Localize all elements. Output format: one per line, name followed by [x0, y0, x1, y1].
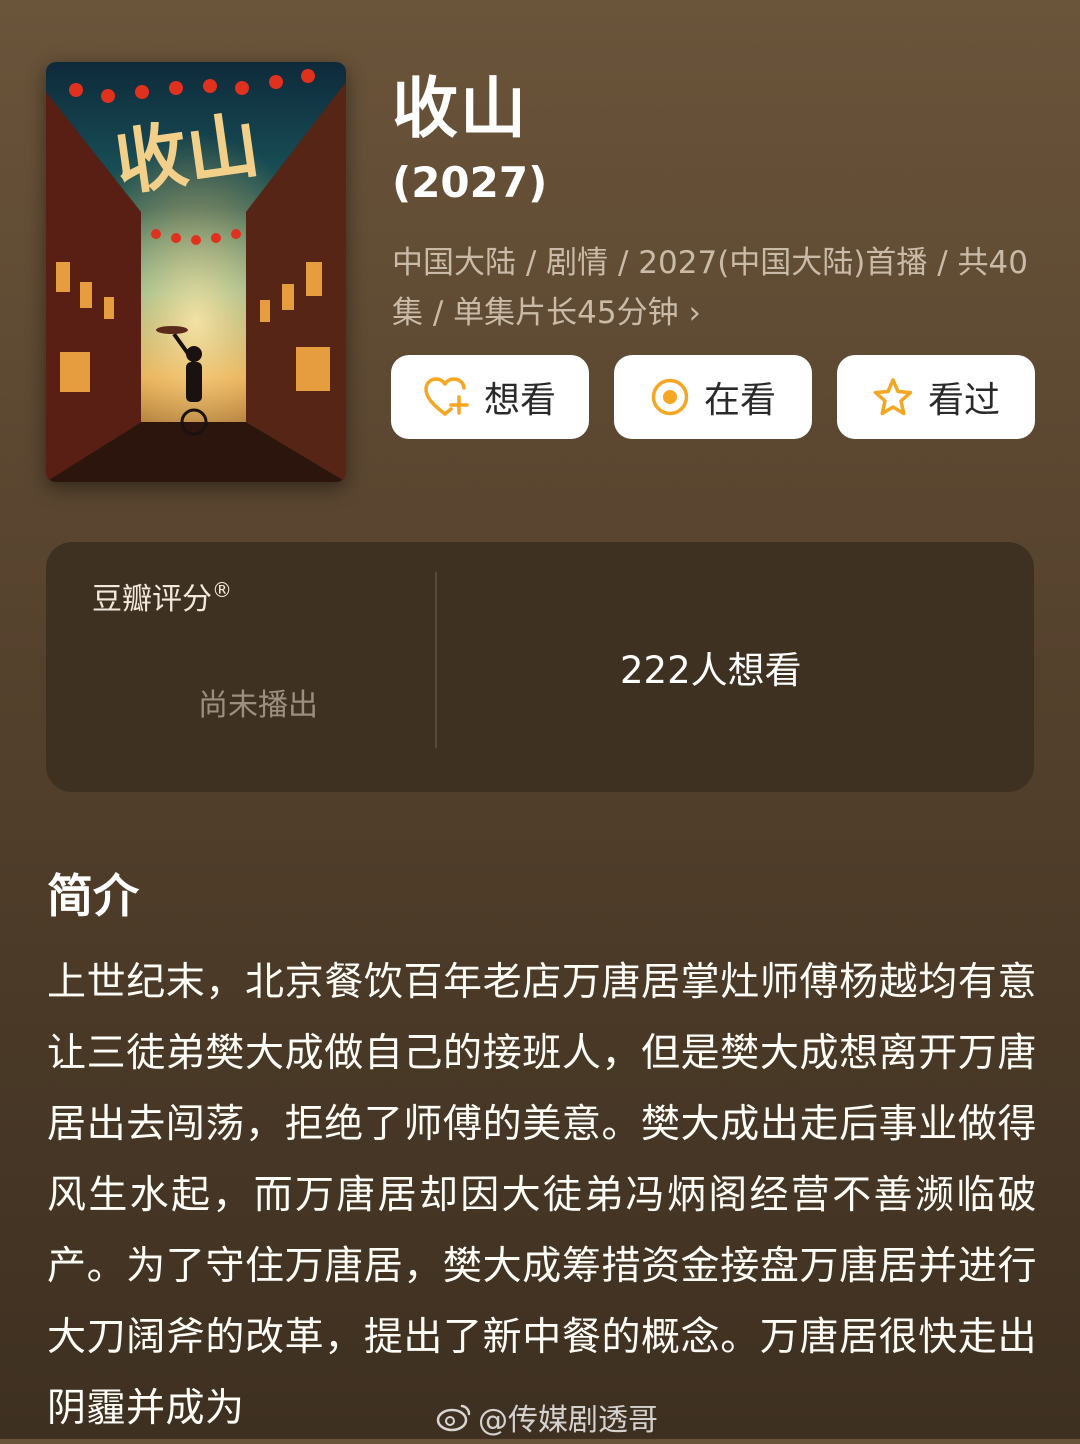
want-count[interactable]: 222人想看	[620, 640, 802, 694]
weibo-icon	[436, 1404, 471, 1432]
star-icon	[873, 378, 913, 416]
registered-mark: ®	[212, 578, 232, 602]
meta-text: 中国大陆 / 剧情 / 2027(中国大陆)首播 / 共40集 / 单集片长45…	[392, 245, 1028, 331]
show-meta[interactable]: 中国大陆 / 剧情 / 2027(中国大陆)首播 / 共40集 / 单集片长45…	[392, 238, 1032, 338]
poster-image[interactable]: 收山	[46, 62, 346, 482]
heart-plus-icon	[424, 377, 469, 416]
watermark-text: @传媒剧透哥	[478, 1403, 658, 1438]
rating-status: 尚未播出	[198, 688, 318, 723]
synopsis-heading: 简介	[47, 869, 139, 923]
target-circle-icon	[651, 378, 689, 416]
watching-button[interactable]: 在看	[614, 355, 812, 439]
watched-button[interactable]: 看过	[837, 355, 1035, 439]
show-title: 收山	[392, 70, 528, 147]
want-to-watch-button[interactable]: 想看	[391, 355, 589, 439]
want-label: 想看	[483, 380, 556, 421]
watched-label: 看过	[927, 380, 1000, 421]
synopsis-text: 上世纪末，北京餐饮百年老店万唐居掌灶师傅杨越均有意让三徒弟樊大成做自己的接班人，…	[47, 960, 1037, 1431]
panel-divider	[435, 572, 437, 748]
rating-panel: 豆瓣评分® 尚未播出 222人想看	[46, 542, 1034, 792]
rating-label-text: 豆瓣评分	[92, 582, 212, 617]
douban-rating-label: 豆瓣评分®	[92, 574, 232, 618]
watching-label: 在看	[703, 380, 776, 421]
show-year: (2027)	[392, 158, 548, 207]
chevron-right-icon: ›	[688, 295, 701, 331]
watermark: @传媒剧透哥	[436, 1395, 658, 1439]
